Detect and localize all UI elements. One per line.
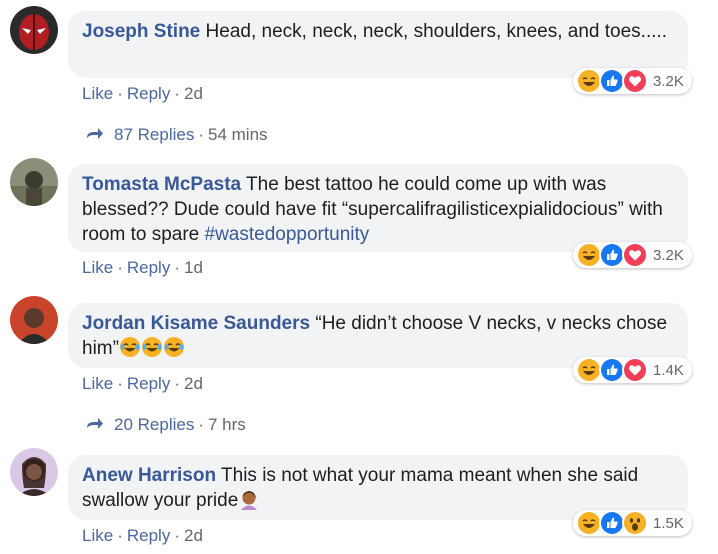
view-replies-link[interactable]: 20 Replies · 7 hrs <box>86 415 246 436</box>
replies-count[interactable]: 20 Replies <box>114 415 194 434</box>
author-name[interactable]: Joseph Stine <box>82 21 200 42</box>
like-link[interactable]: Like <box>82 374 113 393</box>
avatar[interactable] <box>10 158 58 206</box>
reaction-count: 1.4K <box>653 361 684 379</box>
wow-icon <box>622 510 648 536</box>
avatar[interactable] <box>10 448 58 496</box>
author-name[interactable]: Jordan Kisame Saunders <box>82 313 310 334</box>
comment-actions: Like · Reply · 2d <box>82 374 203 393</box>
reaction-summary[interactable]: 1.4K <box>573 357 692 383</box>
avatar[interactable] <box>10 296 58 344</box>
tears-of-joy-emoji <box>119 336 141 365</box>
comment-actions: Like · Reply · 1d <box>82 258 203 277</box>
view-replies-link[interactable]: 87 Replies · 54 mins <box>86 125 268 146</box>
timestamp[interactable]: 2d <box>184 526 203 545</box>
reaction-count: 1.5K <box>653 514 684 532</box>
person-facepalming-emoji <box>238 488 260 517</box>
reaction-count: 3.2K <box>653 246 684 264</box>
reply-link[interactable]: Reply <box>127 258 170 277</box>
reply-link[interactable]: Reply <box>127 84 170 103</box>
comment-actions: Like · Reply · 2d <box>82 84 203 103</box>
love-icon <box>622 68 648 94</box>
reaction-summary[interactable]: 3.2K <box>573 68 692 94</box>
comment-actions: Like · Reply · 2d <box>82 526 203 545</box>
reaction-count: 3.2K <box>653 72 684 90</box>
like-link[interactable]: Like <box>82 84 113 103</box>
replies-count[interactable]: 87 Replies <box>114 125 194 144</box>
tears-of-joy-emoji <box>141 336 163 365</box>
timestamp[interactable]: 2d <box>184 374 203 393</box>
comment-bubble: Tomasta McPasta The best tattoo he could… <box>68 164 688 252</box>
reply-arrow-icon <box>86 416 104 436</box>
hashtag-link[interactable]: #wastedopportunity <box>205 224 370 245</box>
reply-arrow-icon <box>86 126 104 146</box>
reaction-summary[interactable]: 3.2K <box>573 242 692 268</box>
love-icon <box>622 357 648 383</box>
reply-link[interactable]: Reply <box>127 374 170 393</box>
timestamp[interactable]: 1d <box>184 258 203 277</box>
like-link[interactable]: Like <box>82 258 113 277</box>
replies-time: 7 hrs <box>208 415 246 434</box>
author-name[interactable]: Tomasta McPasta <box>82 174 241 195</box>
reaction-summary[interactable]: 1.5K <box>573 510 692 536</box>
love-icon <box>622 242 648 268</box>
author-name[interactable]: Anew Harrison <box>82 465 216 486</box>
like-link[interactable]: Like <box>82 526 113 545</box>
replies-time: 54 mins <box>208 125 268 144</box>
avatar[interactable] <box>10 6 58 54</box>
timestamp[interactable]: 2d <box>184 84 203 103</box>
comment-text: Head, neck, neck, neck, shoulders, knees… <box>205 21 668 42</box>
tears-of-joy-emoji <box>163 336 185 365</box>
reply-link[interactable]: Reply <box>127 526 170 545</box>
